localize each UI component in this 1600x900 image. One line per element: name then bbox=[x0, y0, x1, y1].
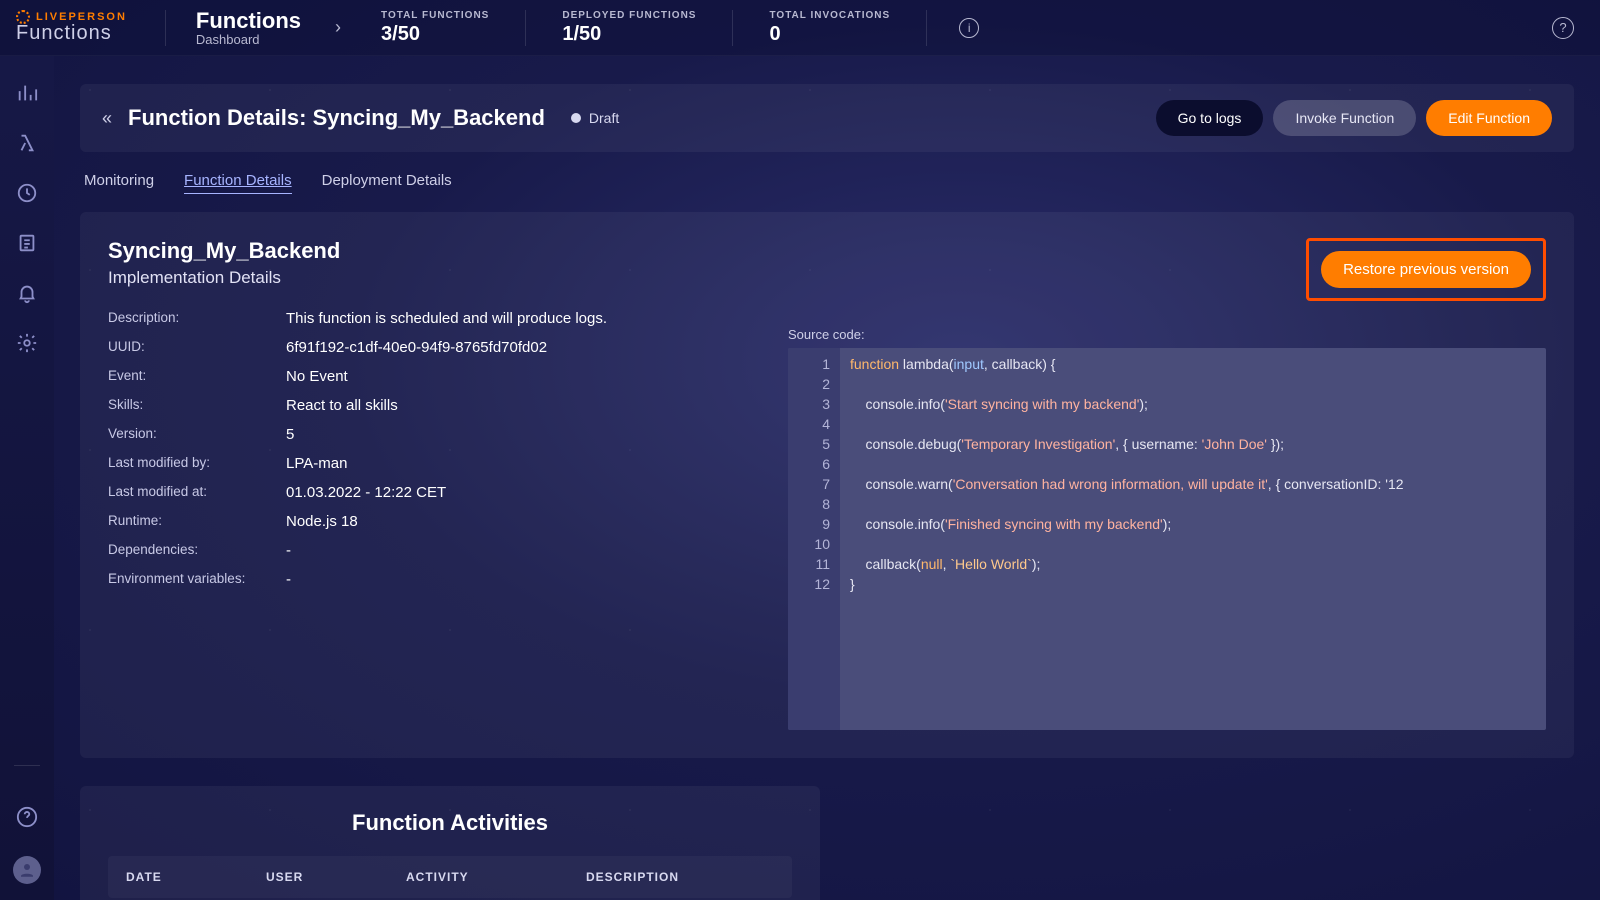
main: « Function Details: Syncing_My_Backend D… bbox=[54, 56, 1600, 900]
divider bbox=[525, 10, 526, 46]
stat-value: 1/50 bbox=[562, 23, 696, 46]
kv-value: LPA-man bbox=[286, 455, 347, 472]
divider bbox=[14, 765, 40, 766]
bell-icon[interactable] bbox=[16, 282, 38, 304]
stat-label: DEPLOYED FUNCTIONS bbox=[562, 10, 696, 21]
logs-icon[interactable] bbox=[16, 232, 38, 254]
row-skills: Skills: React to all skills bbox=[108, 397, 748, 414]
divider bbox=[165, 10, 166, 46]
code-body: function lambda(input, callback) { conso… bbox=[840, 348, 1414, 730]
stat-label: TOTAL FUNCTIONS bbox=[381, 10, 489, 21]
brand-sub: Functions bbox=[16, 22, 127, 45]
kv-label: UUID: bbox=[108, 339, 286, 354]
function-subtitle: Implementation Details bbox=[108, 268, 748, 288]
avatar[interactable] bbox=[13, 856, 41, 884]
clock-icon[interactable] bbox=[16, 182, 38, 204]
tabs: Monitoring Function Details Deployment D… bbox=[84, 172, 1570, 194]
kv-value: 5 bbox=[286, 426, 294, 443]
kv-value: - bbox=[286, 542, 291, 559]
details-panel: Syncing_My_Backend Implementation Detail… bbox=[80, 212, 1574, 758]
status-dot-icon bbox=[571, 113, 581, 123]
title-fn-name: Syncing_My_Backend bbox=[313, 105, 545, 130]
kv-value: No Event bbox=[286, 368, 348, 385]
kv-label: Skills: bbox=[108, 397, 286, 412]
row-modified-by: Last modified by: LPA-man bbox=[108, 455, 748, 472]
topbar: LIVEPERSON Functions Functions Dashboard… bbox=[0, 0, 1600, 56]
divider bbox=[926, 10, 927, 46]
tab-function-details[interactable]: Function Details bbox=[184, 172, 292, 194]
kv-label: Version: bbox=[108, 426, 286, 441]
kv-value: This function is scheduled and will prod… bbox=[286, 310, 607, 327]
function-title: Syncing_My_Backend bbox=[108, 238, 748, 264]
kv-value: Node.js 18 bbox=[286, 513, 358, 530]
stat-value: 3/50 bbox=[381, 23, 489, 46]
kv-label: Last modified by: bbox=[108, 455, 286, 470]
details-right: Restore previous version Source code: 12… bbox=[788, 238, 1546, 730]
activities-panel: Function Activities DATE USER ACTIVITY D… bbox=[80, 786, 820, 900]
code-gutter: 123456789101112 bbox=[788, 348, 840, 730]
col-description[interactable]: DESCRIPTION bbox=[586, 870, 774, 884]
row-dependencies: Dependencies: - bbox=[108, 542, 748, 559]
page-title: Function Details: Syncing_My_Backend bbox=[128, 105, 545, 131]
restore-previous-version-button[interactable]: Restore previous version bbox=[1321, 251, 1531, 288]
col-user[interactable]: USER bbox=[266, 870, 406, 884]
sidebar bbox=[0, 56, 54, 900]
chevron-right-icon: › bbox=[335, 17, 341, 38]
status-text: Draft bbox=[589, 110, 619, 126]
gear-icon[interactable] bbox=[16, 332, 38, 354]
info-icon[interactable]: i bbox=[959, 18, 979, 38]
row-runtime: Runtime: Node.js 18 bbox=[108, 513, 748, 530]
restore-row: Restore previous version bbox=[788, 238, 1546, 301]
stat-total-functions: TOTAL FUNCTIONS 3/50 bbox=[381, 10, 489, 46]
details-left: Syncing_My_Backend Implementation Detail… bbox=[108, 238, 748, 730]
page-header: « Function Details: Syncing_My_Backend D… bbox=[80, 84, 1574, 152]
row-event: Event: No Event bbox=[108, 368, 748, 385]
row-version: Version: 5 bbox=[108, 426, 748, 443]
kv-label: Environment variables: bbox=[108, 571, 286, 586]
source-code-label: Source code: bbox=[788, 327, 1546, 342]
row-description: Description: This function is scheduled … bbox=[108, 310, 748, 327]
row-uuid: UUID: 6f91f192-c1df-40e0-94f9-8765fd70fd… bbox=[108, 339, 748, 356]
stat-value: 0 bbox=[769, 23, 890, 46]
breadcrumb-subtitle: Dashboard bbox=[196, 32, 301, 47]
kv-label: Last modified at: bbox=[108, 484, 286, 499]
invoke-function-button[interactable]: Invoke Function bbox=[1273, 100, 1416, 136]
status-badge: Draft bbox=[571, 110, 619, 126]
kv-value: 6f91f192-c1df-40e0-94f9-8765fd70fd02 bbox=[286, 339, 547, 356]
lambda-icon[interactable] bbox=[16, 132, 38, 154]
header-actions: Go to logs Invoke Function Edit Function bbox=[1156, 100, 1552, 136]
kv-value: 01.03.2022 - 12:22 CET bbox=[286, 484, 446, 501]
activities-title: Function Activities bbox=[108, 810, 792, 836]
title-prefix: Function Details: bbox=[128, 105, 313, 130]
help-icon[interactable]: ? bbox=[1552, 17, 1574, 39]
stat-deployed-functions: DEPLOYED FUNCTIONS 1/50 bbox=[562, 10, 696, 46]
brand: LIVEPERSON Functions bbox=[16, 10, 127, 45]
row-env: Environment variables: - bbox=[108, 571, 748, 588]
go-to-logs-button[interactable]: Go to logs bbox=[1156, 100, 1264, 136]
tab-deployment-details[interactable]: Deployment Details bbox=[322, 172, 452, 194]
kv-label: Description: bbox=[108, 310, 286, 325]
kv-value: React to all skills bbox=[286, 397, 398, 414]
col-activity[interactable]: ACTIVITY bbox=[406, 870, 586, 884]
kv-label: Runtime: bbox=[108, 513, 286, 528]
divider bbox=[732, 10, 733, 46]
edit-function-button[interactable]: Edit Function bbox=[1426, 100, 1552, 136]
activities-header-row: DATE USER ACTIVITY DESCRIPTION bbox=[108, 856, 792, 898]
help-icon[interactable] bbox=[16, 806, 38, 828]
row-modified-at: Last modified at: 01.03.2022 - 12:22 CET bbox=[108, 484, 748, 501]
kv-label: Event: bbox=[108, 368, 286, 383]
tab-monitoring[interactable]: Monitoring bbox=[84, 172, 154, 194]
col-date[interactable]: DATE bbox=[126, 870, 266, 884]
stat-total-invocations: TOTAL INVOCATIONS 0 bbox=[769, 10, 890, 46]
kv-value: - bbox=[286, 571, 291, 588]
stat-label: TOTAL INVOCATIONS bbox=[769, 10, 890, 21]
back-icon[interactable]: « bbox=[102, 108, 112, 129]
kv-label: Dependencies: bbox=[108, 542, 286, 557]
dashboard-icon[interactable] bbox=[16, 82, 38, 104]
breadcrumb[interactable]: Functions Dashboard bbox=[196, 8, 301, 47]
panel-head: Syncing_My_Backend Implementation Detail… bbox=[108, 238, 748, 288]
breadcrumb-title: Functions bbox=[196, 8, 301, 34]
restore-highlight: Restore previous version bbox=[1306, 238, 1546, 301]
source-code-viewer[interactable]: 123456789101112 function lambda(input, c… bbox=[788, 348, 1546, 730]
